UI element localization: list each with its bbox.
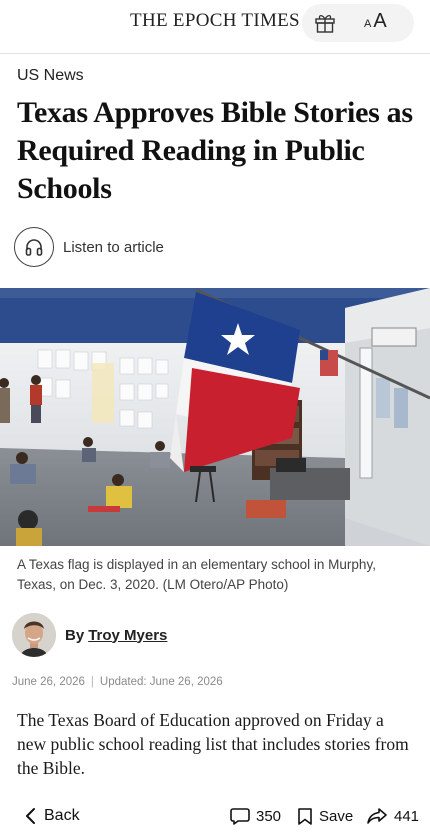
- article-photo[interactable]: [0, 288, 430, 546]
- article-dates: June 26, 2026 | Updated: June 26, 2026: [12, 676, 223, 688]
- font-size-button[interactable]: AA: [364, 10, 387, 33]
- updated-date: Updated: June 26, 2026: [99, 676, 223, 688]
- font-size-small-label: A: [364, 18, 372, 30]
- published-date: June 26, 2026: [12, 676, 85, 688]
- bookmark-icon: [298, 808, 312, 825]
- author-name-link[interactable]: Troy Myers: [88, 627, 167, 644]
- author-byline: By Troy Myers: [12, 612, 167, 658]
- back-label: Back: [44, 807, 80, 824]
- comments-count: 350: [256, 808, 282, 825]
- comments-button[interactable]: 350: [230, 807, 281, 826]
- save-button[interactable]: Save: [297, 807, 353, 826]
- listen-to-article-button[interactable]: Listen to article: [14, 227, 164, 267]
- share-count: 441: [394, 807, 420, 825]
- save-label: Save: [319, 808, 354, 825]
- headphones-icon: [14, 227, 54, 267]
- date-separator: |: [90, 676, 94, 688]
- chevron-left-icon: [26, 808, 35, 824]
- comment-icon: [230, 808, 250, 825]
- gift-icon[interactable]: [314, 13, 336, 33]
- share-button[interactable]: 441: [366, 807, 419, 825]
- by-prefix: By: [65, 626, 85, 644]
- author-line: By Troy Myers: [65, 627, 167, 644]
- section-label[interactable]: US News: [17, 67, 84, 85]
- article-headline: Texas Approves Bible Stories as Required…: [17, 96, 413, 205]
- bottom-action-bar: Back 350 Save 441: [0, 800, 430, 839]
- avatar[interactable]: [12, 613, 56, 657]
- photo-caption: A Texas flag is displayed in an elementa…: [17, 557, 376, 592]
- toolbar-pill: AA: [302, 4, 414, 42]
- back-button[interactable]: Back: [24, 807, 80, 825]
- font-size-large-label: A: [373, 10, 387, 32]
- top-navigation-bar: THE EPOCH TIMES AA: [0, 0, 430, 54]
- share-icon: [367, 808, 387, 824]
- listen-label: Listen to article: [63, 238, 164, 256]
- article-lede: The Texas Board of Education approved on…: [17, 710, 409, 778]
